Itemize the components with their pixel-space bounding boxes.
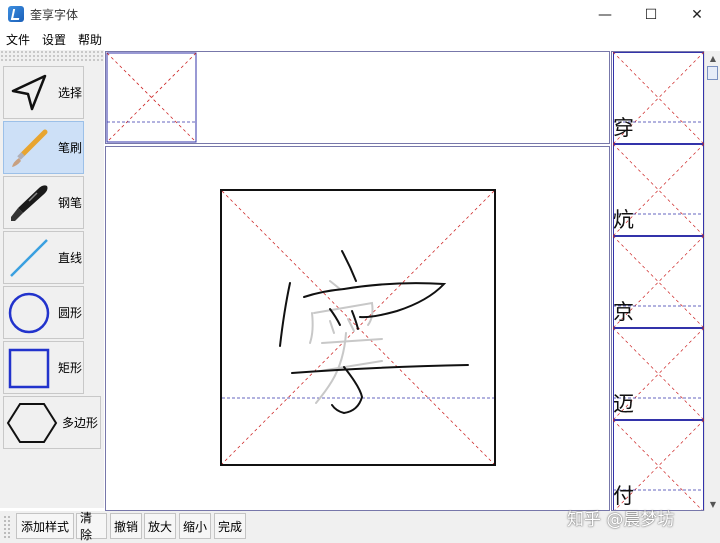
brush-icon (4, 123, 54, 173)
minimize-icon: — (598, 6, 612, 23)
tool-panel: 选择 笔刷 钢笔 直线 圆形 矩形 多边形 (0, 62, 104, 508)
scroll-thumb[interactable] (707, 66, 718, 80)
tool-brush-button[interactable]: 笔刷 (3, 121, 84, 174)
hexagon-icon (4, 398, 60, 448)
window-title: 奎享字体 (30, 8, 79, 22)
maximize-button[interactable]: ☐ (628, 0, 674, 29)
list-item[interactable]: 付 (613, 420, 704, 510)
character-list[interactable]: 穿 炕 京 迈 付 (611, 51, 705, 511)
maximize-icon: ☐ (644, 6, 658, 23)
tool-line-button[interactable]: 直线 (3, 231, 84, 284)
tool-polygon-label: 多边形 (62, 416, 99, 430)
list-item-glyph: 京 (613, 300, 634, 324)
toolbar-grip[interactable] (0, 50, 104, 62)
undo-button[interactable]: 撤销 (110, 513, 142, 539)
list-item[interactable]: 炕 (613, 144, 704, 236)
toolbar-grip-bottom[interactable] (3, 515, 11, 539)
character-box[interactable] (220, 189, 496, 466)
tool-pen-button[interactable]: 钢笔 (3, 176, 84, 229)
tool-line-label: 直线 (58, 251, 83, 265)
finish-button[interactable]: 完成 (214, 513, 246, 539)
rectangle-icon (4, 343, 54, 393)
close-icon: ✕ (691, 6, 703, 23)
zoom-out-button[interactable]: 缩小 (179, 513, 211, 539)
line-icon (4, 233, 54, 283)
zoom-in-button[interactable]: 放大 (144, 513, 176, 539)
scroll-down-icon[interactable]: ▼ (705, 497, 720, 511)
circle-icon (4, 288, 54, 338)
vertical-scrollbar[interactable]: ▲ ▼ (704, 51, 720, 511)
menu-help[interactable]: 帮助 (78, 31, 102, 48)
app-logo-icon (8, 6, 24, 22)
title-bar: 奎享字体 — ☐ ✕ (0, 0, 720, 29)
tool-select-button[interactable]: 选择 (3, 66, 84, 119)
clear-button[interactable]: 清除 (76, 511, 107, 542)
list-item-glyph: 迈 (613, 392, 634, 416)
menu-bar: 文件 设置 帮助 (0, 29, 720, 50)
menu-file[interactable]: 文件 (6, 31, 30, 48)
list-item[interactable]: 穿 (613, 52, 704, 144)
drawing-canvas[interactable] (105, 146, 610, 511)
tool-circle-button[interactable]: 圆形 (3, 286, 84, 339)
tool-rectangle-label: 矩形 (58, 361, 83, 375)
watermark: 知乎 @晨梦坊 (567, 510, 675, 530)
close-button[interactable]: ✕ (674, 0, 720, 29)
add-style-button[interactable]: 添加样式 (16, 513, 74, 539)
tool-pen-label: 钢笔 (58, 196, 83, 210)
tool-select-label: 选择 (58, 86, 83, 100)
list-item[interactable]: 迈 (613, 328, 704, 420)
minimize-button[interactable]: — (582, 0, 628, 29)
tool-polygon-button[interactable]: 多边形 (3, 396, 101, 449)
preview-grid-cell (106, 52, 197, 143)
preview-area[interactable] (105, 51, 610, 144)
tool-circle-label: 圆形 (58, 306, 83, 320)
tool-brush-label: 笔刷 (58, 141, 83, 155)
list-item-glyph: 穿 (613, 116, 634, 140)
fountain-pen-icon (4, 178, 54, 228)
scroll-up-icon[interactable]: ▲ (705, 51, 720, 65)
character-strokes (222, 191, 494, 464)
list-item-glyph: 炕 (613, 208, 634, 232)
cursor-arrow-icon (4, 68, 54, 118)
list-item[interactable]: 京 (613, 236, 704, 328)
tool-rectangle-button[interactable]: 矩形 (3, 341, 84, 394)
menu-settings[interactable]: 设置 (42, 31, 66, 48)
